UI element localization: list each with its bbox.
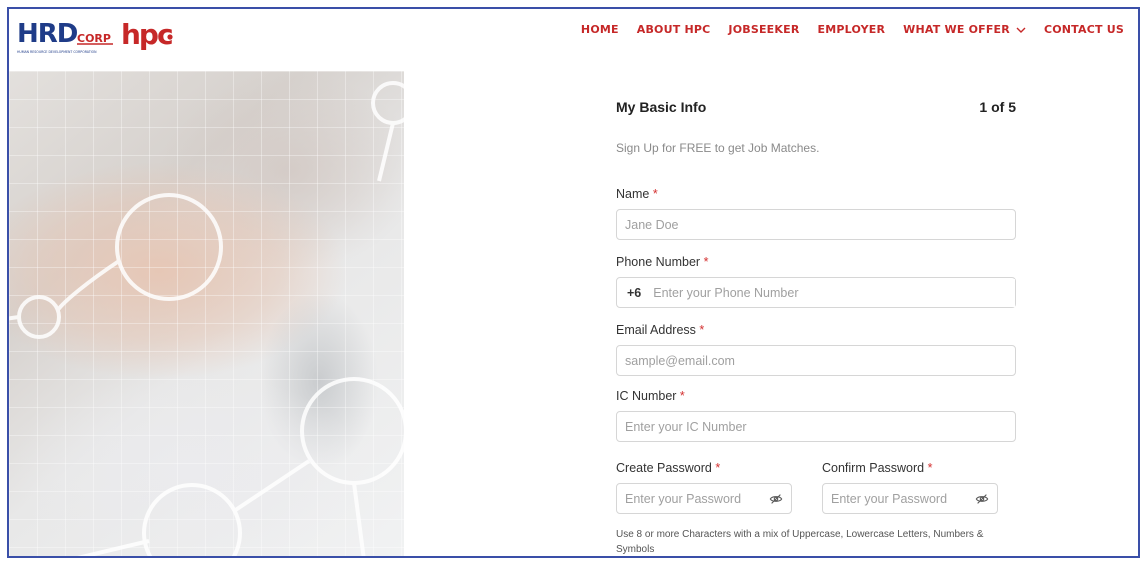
nav-home-label: HOME (580, 23, 619, 36)
form-subtitle: Sign Up for FREE to get Job Matches. (616, 141, 820, 155)
svg-text:HRD: HRD (17, 19, 78, 49)
nav-jobseeker-label: JOBSEEKER (728, 23, 800, 36)
required-mark: * (715, 461, 721, 475)
hrdcorp-hpc-logo[interactable]: HRD CORP HUMAN RESOURCE DEVELOPMENT CORP… (17, 15, 187, 59)
ic-label: IC Number * (616, 389, 1016, 403)
nav-employer[interactable]: EMPLOYER (818, 23, 886, 36)
create-password-input[interactable] (625, 491, 769, 506)
eye-off-icon[interactable] (769, 492, 783, 506)
create-password-group: Create Password * (616, 461, 792, 514)
nav-contact-us-label: CONTACT US (1043, 23, 1124, 36)
app-frame: HRD CORP HUMAN RESOURCE DEVELOPMENT CORP… (7, 7, 1140, 558)
form-title: My Basic Info (616, 99, 707, 115)
ic-field-group: IC Number * (616, 389, 1016, 442)
eye-off-icon[interactable] (975, 492, 989, 506)
hero-image (9, 71, 404, 556)
password-row: Create Password * Confirm Password * (616, 461, 998, 514)
name-field-group: Name * (616, 187, 1016, 240)
site-header: HRD CORP HUMAN RESOURCE DEVELOPMENT CORP… (9, 9, 1138, 65)
name-label: Name * (616, 187, 1016, 201)
phone-input[interactable] (653, 278, 1015, 307)
phone-label: Phone Number * (616, 255, 1016, 269)
confirm-password-label: Confirm Password * (822, 461, 998, 475)
nav-home[interactable]: HOME (581, 23, 619, 36)
nav-about-hpc[interactable]: ABOUT HPC (637, 23, 711, 36)
email-label: Email Address * (616, 323, 1016, 337)
nav-jobseeker[interactable]: JOBSEEKER (728, 23, 799, 36)
create-password-wrapper (616, 483, 792, 514)
email-input[interactable] (616, 345, 1016, 376)
nav-about-hpc-label: ABOUT HPC (636, 23, 711, 36)
chevron-down-icon (1016, 27, 1026, 33)
nav-what-we-offer[interactable]: WHAT WE OFFER (903, 23, 1026, 36)
confirm-password-label-text: Confirm Password (822, 461, 925, 475)
name-input[interactable] (616, 209, 1016, 240)
form-header: My Basic Info 1 of 5 (616, 99, 1016, 115)
main-nav: HOME ABOUT HPC JOBSEEKER EMPLOYER WHAT W… (581, 23, 1124, 36)
ic-label-text: IC Number (616, 389, 677, 403)
phone-prefix: +6 (627, 285, 642, 300)
create-password-label-text: Create Password (616, 461, 712, 475)
svg-text:HUMAN RESOURCE DEVELOPMENT COR: HUMAN RESOURCE DEVELOPMENT CORPORATION (17, 50, 97, 54)
confirm-password-wrapper (822, 483, 998, 514)
svg-text:hpc: hpc (121, 18, 172, 51)
name-label-text: Name (616, 187, 650, 201)
phone-input-wrapper: +6 (616, 277, 1016, 308)
hero-network-graphic (9, 81, 404, 556)
required-mark: * (679, 389, 685, 403)
confirm-password-group: Confirm Password * (822, 461, 998, 514)
create-password-label: Create Password * (616, 461, 792, 475)
basic-info-form: My Basic Info 1 of 5 Sign Up for FREE to… (616, 99, 1016, 555)
confirm-password-input[interactable] (831, 491, 975, 506)
required-mark: * (703, 255, 709, 269)
phone-field-group: Phone Number * +6 (616, 255, 1016, 308)
step-indicator: 1 of 5 (979, 99, 1016, 115)
password-hint: Use 8 or more Characters with a mix of U… (616, 529, 984, 555)
email-label-text: Email Address (616, 323, 696, 337)
nav-contact-us[interactable]: CONTACT US (1044, 23, 1124, 36)
required-mark: * (652, 187, 658, 201)
nav-employer-label: EMPLOYER (817, 23, 886, 36)
email-field-group: Email Address * (616, 323, 1016, 376)
required-mark: * (699, 323, 705, 337)
required-mark: * (927, 461, 933, 475)
nav-what-we-offer-label: WHAT WE OFFER (903, 23, 1010, 36)
svg-text:CORP: CORP (77, 32, 111, 45)
phone-label-text: Phone Number (616, 255, 701, 269)
ic-number-input[interactable] (616, 411, 1016, 442)
